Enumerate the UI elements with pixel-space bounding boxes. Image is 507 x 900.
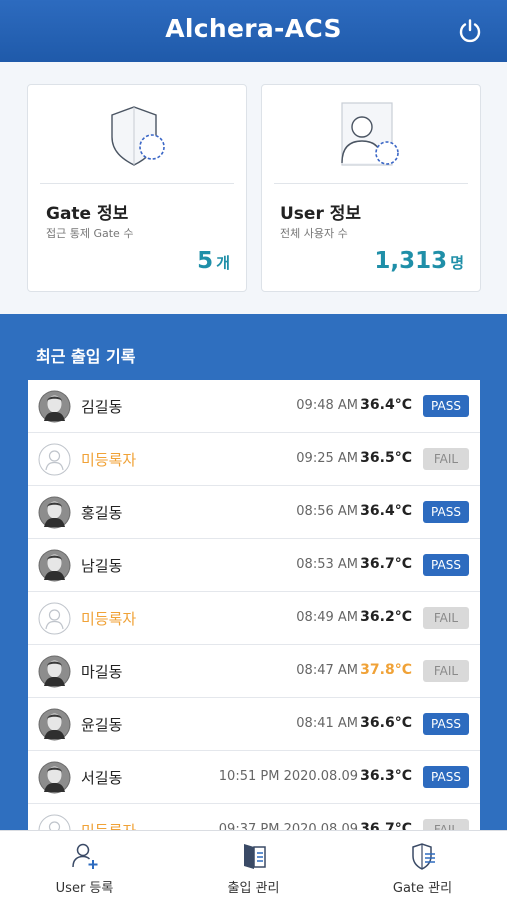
app-title: Alchera-ACS bbox=[165, 14, 342, 43]
user-photo-avatar bbox=[38, 390, 71, 423]
record-temperature: 36.2°C bbox=[360, 609, 412, 625]
record-time: 08:41 AM bbox=[296, 716, 358, 731]
unregistered-avatar-icon bbox=[38, 602, 71, 635]
record-row[interactable]: 마길동 08:47 AM 37.8°C FAIL bbox=[28, 645, 480, 698]
nav-user-register-label: User 등록 bbox=[55, 881, 114, 896]
record-temperature: 37.8°C bbox=[360, 662, 412, 678]
status-badge: PASS bbox=[423, 554, 469, 576]
status-badge: PASS bbox=[423, 713, 469, 735]
shield-icon bbox=[111, 106, 165, 166]
app-header: Alchera-ACS bbox=[0, 0, 507, 62]
gate-info-card[interactable]: Gate 정보 접근 통제 Gate 수 5개 bbox=[27, 84, 247, 292]
bottom-nav: User 등록 출입 관리 Gate 관리 bbox=[0, 830, 507, 900]
nav-user-register[interactable]: User 등록 bbox=[0, 831, 169, 900]
record-row[interactable]: 홍길동 08:56 AM 36.4°C PASS bbox=[28, 486, 480, 539]
gate-count: 5개 bbox=[197, 248, 230, 274]
record-temperature: 36.4°C bbox=[360, 397, 412, 413]
record-time: 08:56 AM bbox=[296, 504, 358, 519]
record-name: 남길동 bbox=[81, 557, 123, 575]
gate-card-title: Gate 정보 bbox=[46, 204, 129, 224]
record-temperature: 36.4°C bbox=[360, 503, 412, 519]
record-temperature: 36.5°C bbox=[360, 450, 412, 466]
status-badge: FAIL bbox=[423, 607, 469, 629]
gate-card-subtitle: 접근 통제 Gate 수 bbox=[46, 227, 134, 240]
user-card-icon bbox=[341, 102, 399, 166]
user-card-title: User 정보 bbox=[280, 204, 362, 224]
nav-gate-management[interactable]: Gate 관리 bbox=[338, 831, 507, 900]
record-temperature: 36.7°C bbox=[360, 821, 412, 830]
status-badge: FAIL bbox=[423, 660, 469, 682]
record-row[interactable]: 김길동 09:48 AM 36.4°C PASS bbox=[28, 380, 480, 433]
user-photo-avatar bbox=[38, 761, 71, 794]
record-time: 08:53 AM bbox=[296, 557, 358, 572]
record-row[interactable]: 윤길동 08:41 AM 36.6°C PASS bbox=[28, 698, 480, 751]
record-time: 09:48 AM bbox=[296, 398, 358, 413]
user-count-value: 1,313 bbox=[374, 248, 448, 274]
power-icon[interactable] bbox=[457, 18, 483, 44]
user-count-unit: 명 bbox=[450, 254, 464, 272]
record-name: 김길동 bbox=[81, 398, 123, 416]
status-badge: FAIL bbox=[423, 819, 469, 830]
record-time: 08:47 AM bbox=[296, 663, 358, 678]
record-time: 08:49 AM bbox=[296, 610, 358, 625]
user-count: 1,313 명 bbox=[374, 248, 464, 274]
user-info-card[interactable]: User 정보 전체 사용자 수 1,313 명 bbox=[261, 84, 481, 292]
user-photo-avatar bbox=[38, 708, 71, 741]
user-card-subtitle: 전체 사용자 수 bbox=[280, 227, 348, 240]
status-badge: PASS bbox=[423, 395, 469, 417]
user-photo-avatar bbox=[38, 655, 71, 688]
record-row[interactable]: 미등록자 08:49 AM 36.2°C FAIL bbox=[28, 592, 480, 645]
gate-count-value: 5 bbox=[197, 248, 214, 274]
status-badge: FAIL bbox=[423, 448, 469, 470]
record-name: 서길동 bbox=[81, 769, 123, 787]
record-name: 홍길동 bbox=[81, 504, 123, 522]
record-row[interactable]: 서길동 10:51 PM 2020.08.09 36.3°C PASS bbox=[28, 751, 480, 804]
record-time: 09:37 PM 2020.08.09 bbox=[218, 822, 358, 830]
record-name: 마길동 bbox=[81, 663, 123, 681]
record-time: 10:51 PM 2020.08.09 bbox=[218, 769, 358, 784]
record-list[interactable]: 김길동 09:48 AM 36.4°C PASS 미등록자 09:25 AM 36.5°C F… bbox=[28, 380, 480, 830]
status-badge: PASS bbox=[423, 766, 469, 788]
record-time: 09:25 AM bbox=[296, 451, 358, 466]
record-temperature: 36.7°C bbox=[360, 556, 412, 572]
record-temperature: 36.3°C bbox=[360, 768, 412, 784]
user-add-icon bbox=[72, 843, 98, 869]
record-row[interactable]: 남길동 08:53 AM 36.7°C PASS bbox=[28, 539, 480, 592]
shield-list-icon bbox=[412, 843, 435, 870]
nav-access-management-label: 출입 관리 bbox=[227, 881, 280, 896]
gate-count-unit: 개 bbox=[216, 254, 230, 272]
user-photo-avatar bbox=[38, 496, 71, 529]
unregistered-avatar-icon bbox=[38, 814, 71, 830]
recent-records-title: 최근 출입 기록 bbox=[36, 347, 136, 366]
nav-gate-management-label: Gate 관리 bbox=[392, 881, 453, 896]
status-badge: PASS bbox=[423, 501, 469, 523]
door-list-icon bbox=[244, 844, 266, 869]
record-name: 미등록자 bbox=[81, 610, 137, 628]
user-photo-avatar bbox=[38, 549, 71, 582]
summary-cards: Gate 정보 접근 통제 Gate 수 5개 User 정보 전체 사용자 수… bbox=[0, 62, 507, 314]
record-temperature: 36.6°C bbox=[360, 715, 412, 731]
record-name: 윤길동 bbox=[81, 716, 123, 734]
record-name: 미등록자 bbox=[81, 451, 137, 469]
recent-records-section: 최근 출입 기록 김길동 09:48 AM 36.4°C PASS 미등록자 09:25 … bbox=[0, 314, 507, 830]
unregistered-avatar-icon bbox=[38, 443, 71, 476]
record-name: 미등록자 bbox=[81, 820, 136, 830]
nav-access-management[interactable]: 출입 관리 bbox=[169, 831, 338, 900]
record-row[interactable]: 미등록자 09:25 AM 36.5°C FAIL bbox=[28, 433, 480, 486]
record-row[interactable]: 미등록자 09:37 PM 2020.08.0936.7°C FAIL bbox=[28, 804, 480, 830]
